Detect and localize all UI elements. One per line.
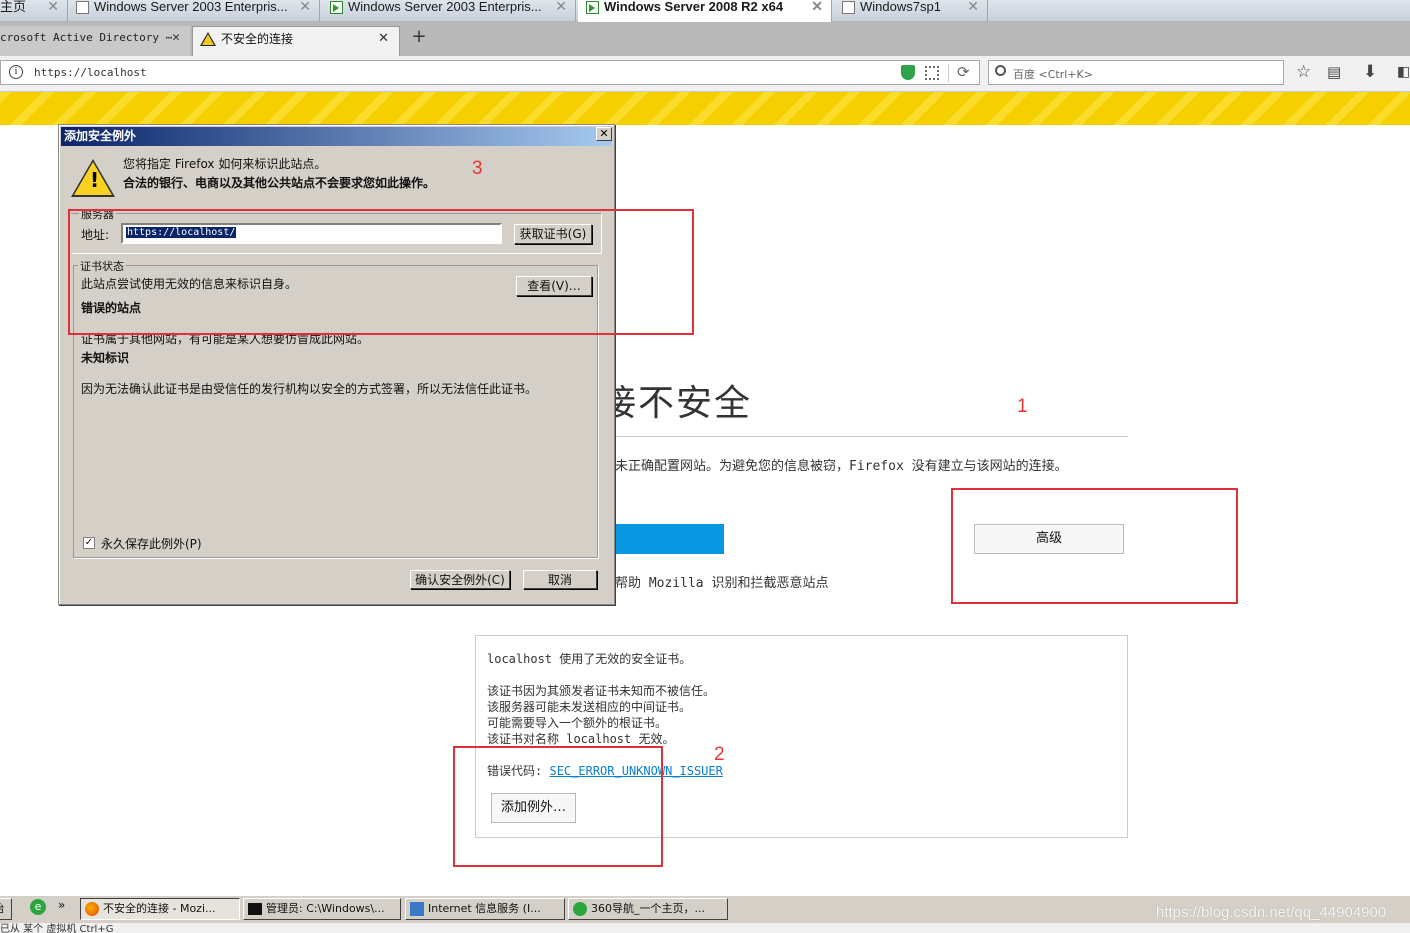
taskbar-item-firefox[interactable]: 不安全的连接 - Mozi... <box>80 898 240 920</box>
vm-tab-label: 主页 <box>0 0 27 14</box>
browser-tab-strip: crosoft Active Directory ⋯ ✕ 不安全的连接 ✕ <box>0 22 1410 56</box>
vm-icon <box>842 1 855 14</box>
browser-tab-insecure[interactable]: 不安全的连接 ✕ <box>192 26 400 56</box>
new-tab-button[interactable]: + <box>408 26 430 50</box>
dialog-message: 您将指定 Firefox 如何来标识此站点。 <box>123 157 327 171</box>
close-button[interactable]: ✕ <box>596 127 612 141</box>
close-icon[interactable]: ✕ <box>555 0 567 13</box>
bookmark-star-icon[interactable]: ☆ <box>1296 62 1311 82</box>
vm-tab-2008[interactable]: Windows Server 2008 R2 x64 ✕ <box>578 0 832 22</box>
divider <box>948 64 949 82</box>
vm-tab-label: Windows Server 2003 Enterpris... <box>94 0 288 14</box>
permanent-checkbox[interactable]: ✓ <box>83 537 95 549</box>
add-security-exception-dialog: 添加安全例外 ✕ ! 您将指定 Firefox 如何来标识此站点。 合法的银行、… <box>58 124 615 605</box>
tab-label: crosoft Active Directory ⋯ <box>0 31 173 44</box>
dialog-title[interactable]: 添加安全例外 <box>61 127 612 146</box>
vm-icon <box>76 1 89 14</box>
firefox-icon <box>85 902 99 916</box>
vm-screen: 主页 ✕ Windows Server 2003 Enterpris... ✕ … <box>0 0 1410 933</box>
close-icon[interactable]: ✕ <box>172 26 180 50</box>
vm-tab-strip: 主页 ✕ Windows Server 2003 Enterpris... ✕ … <box>0 0 1410 22</box>
watermark: https://blog.csdn.net/qq_44904900 <box>1156 904 1387 921</box>
taskbar-label: 360导航_一个主页，... <box>591 902 705 915</box>
reload-icon[interactable]: ⟳ <box>957 63 970 81</box>
go-back-button[interactable] <box>610 524 724 554</box>
close-icon[interactable]: ✕ <box>811 0 823 13</box>
tab-label: 不安全的连接 <box>221 32 294 46</box>
vm-tab-2003-a[interactable]: Windows Server 2003 Enterpris... ✕ <box>68 0 320 22</box>
annotation-box-2 <box>453 746 663 867</box>
search-icon <box>995 65 1006 76</box>
qr-code-icon[interactable] <box>925 66 939 80</box>
vm-status-bar: 已从 某个 虚拟机 Ctrl+G <box>0 923 1410 933</box>
vm-tab-label: Windows7sp1 <box>860 0 941 14</box>
shield-icon[interactable] <box>901 65 915 80</box>
vm-tab-2003-b[interactable]: Windows Server 2003 Enterpris... ✕ <box>322 0 576 22</box>
report-checkbox-label[interactable]: 帮助 Mozilla 识别和拦截恶意站点 <box>615 572 828 591</box>
permanent-checkbox-label[interactable]: 永久保存此例外(P) <box>101 535 202 552</box>
vm-tab-win7[interactable]: Windows7sp1 ✕ <box>834 0 988 22</box>
vm-running-icon <box>330 1 343 14</box>
annotation-box-1 <box>951 488 1238 604</box>
warning-stripe <box>0 92 1410 125</box>
close-icon[interactable]: ✕ <box>47 0 59 13</box>
reading-list-icon[interactable]: ▤ <box>1327 63 1341 81</box>
error-description: 未正确配置网站。为避免您的信息被窃，Firefox 没有建立与该网站的连接。 <box>615 459 1068 474</box>
close-icon[interactable]: ✕ <box>378 27 389 51</box>
taskbar-item-360[interactable]: 360导航_一个主页，... <box>568 898 728 920</box>
dialog-warning-message: 合法的银行、电商以及其他公共站点不会要求您如此操作。 <box>123 176 436 190</box>
url-text[interactable]: https://localhost <box>34 66 147 79</box>
navigation-toolbar: i https://localhost ⟳ 百度 <Ctrl+K> <box>0 56 1410 92</box>
taskbar-label: 管理员: C:\Windows\... <box>266 902 385 915</box>
annotation-number: 2 <box>714 744 725 765</box>
annotation-number: 3 <box>472 158 483 179</box>
annotation-number: 1 <box>1017 396 1028 417</box>
panel-text: 可能需要导入一个额外的根证书。 <box>487 716 668 730</box>
unknown-identity-title: 未知标识 <box>81 351 130 365</box>
info-icon[interactable]: i <box>9 65 23 79</box>
url-bar[interactable]: i https://localhost ⟳ <box>0 60 980 85</box>
search-placeholder: 百度 <Ctrl+K> <box>1013 68 1093 81</box>
taskbar-label: 不安全的连接 - Mozi... <box>103 902 216 915</box>
warning-icon <box>200 32 216 46</box>
annotation-box-3 <box>68 209 694 335</box>
browser-tab-ad[interactable]: crosoft Active Directory ⋯ ✕ <box>0 26 190 56</box>
vm-tab-label: Windows Server 2003 Enterpris... <box>348 0 542 14</box>
panel-text: localhost 使用了无效的安全证书。 <box>487 652 692 666</box>
browser-360-icon <box>573 902 587 916</box>
taskbar-label: Internet 信息服务 (I... <box>428 902 541 915</box>
cancel-button[interactable]: 取消 <box>523 570 597 589</box>
page-title: 接不安全 <box>600 383 753 424</box>
download-icon[interactable]: ⬇ <box>1363 62 1377 82</box>
iis-icon <box>410 902 424 916</box>
unknown-identity-text: 因为无法确认此证书是由受信任的发行机构以安全的方式签署，所以无法信任此证书。 <box>81 382 538 396</box>
pocket-icon[interactable]: ◧ <box>1397 64 1410 80</box>
browser-quicklaunch-icon[interactable]: e <box>30 899 46 915</box>
vm-tab-home[interactable]: 主页 ✕ <box>0 0 68 22</box>
confirm-exception-button[interactable]: 确认安全例外(C) <box>410 570 510 589</box>
search-bar[interactable]: 百度 <Ctrl+K> <box>988 60 1284 85</box>
start-button[interactable]: 始 <box>0 898 12 920</box>
taskbar-item-iis[interactable]: Internet 信息服务 (I... <box>405 898 565 920</box>
warning-icon: ! <box>71 159 115 197</box>
vm-tab-label: Windows Server 2008 R2 x64 <box>604 0 784 14</box>
panel-text: 该证书对名称 localhost 无效。 <box>487 732 675 746</box>
vm-running-icon <box>586 1 599 14</box>
console-icon <box>248 903 262 915</box>
taskbar-item-cmd[interactable]: 管理员: C:\Windows\... <box>243 898 401 920</box>
close-icon[interactable]: ✕ <box>299 0 311 13</box>
panel-text: 该服务器可能未发送相应的中间证书。 <box>487 700 692 714</box>
chevron-icon[interactable]: » <box>58 898 65 912</box>
panel-text: 该证书因为其颁发者证书未知而不被信任。 <box>487 684 716 698</box>
close-icon[interactable]: ✕ <box>967 0 979 13</box>
